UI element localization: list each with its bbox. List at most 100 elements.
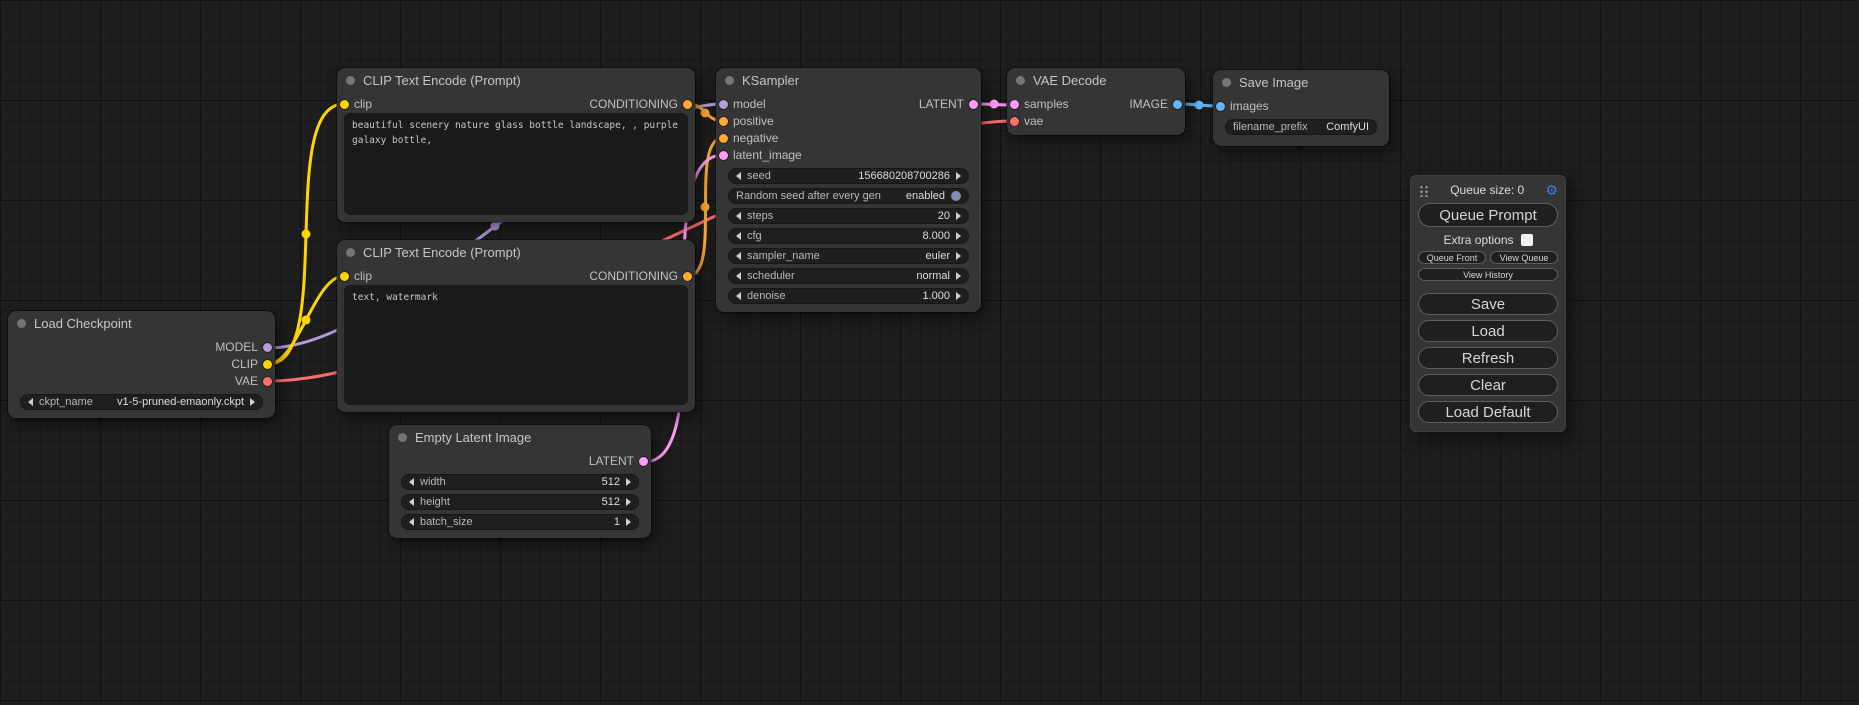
widget-ckpt-name[interactable]: ckpt_name v1-5-pruned-emaonly.ckpt — [20, 394, 263, 410]
node-ksampler[interactable]: KSampler model LATENT positive negative … — [716, 68, 981, 312]
widget-denoise[interactable]: denoise 1.000 — [728, 288, 969, 304]
node-clip-text-encode-negative[interactable]: CLIP Text Encode (Prompt) clip CONDITION… — [337, 240, 695, 412]
input-label-clip: clip — [354, 268, 372, 285]
decrement-arrow-icon[interactable] — [28, 398, 33, 406]
node-title-bar[interactable]: Save Image — [1213, 70, 1389, 94]
view-history-button[interactable]: View History — [1418, 268, 1558, 281]
input-slot-negative[interactable] — [719, 134, 728, 143]
widget-value-label: 1 — [614, 516, 620, 528]
output-slot-latent[interactable] — [969, 100, 978, 109]
node-clip-text-encode-positive[interactable]: CLIP Text Encode (Prompt) clip CONDITION… — [337, 68, 695, 222]
widget-random-seed-toggle[interactable]: Random seed after every gen enabled — [728, 188, 969, 204]
increment-arrow-icon[interactable] — [956, 292, 961, 300]
node-title-bar[interactable]: Empty Latent Image — [389, 425, 651, 449]
node-collapse-dot-icon[interactable] — [1222, 78, 1231, 87]
increment-arrow-icon[interactable] — [626, 498, 631, 506]
increment-arrow-icon[interactable] — [956, 272, 961, 280]
input-slot-model[interactable] — [719, 100, 728, 109]
widget-name-label: denoise — [747, 290, 786, 302]
node-collapse-dot-icon[interactable] — [725, 76, 734, 85]
widget-width[interactable]: width 512 — [401, 474, 639, 490]
decrement-arrow-icon[interactable] — [736, 272, 741, 280]
input-slot-clip[interactable] — [340, 100, 349, 109]
widget-sampler-name[interactable]: sampler_name euler — [728, 248, 969, 264]
output-slot-latent[interactable] — [639, 457, 648, 466]
node-title-bar[interactable]: Load Checkpoint — [8, 311, 275, 335]
widget-steps[interactable]: steps 20 — [728, 208, 969, 224]
increment-arrow-icon[interactable] — [956, 232, 961, 240]
node-collapse-dot-icon[interactable] — [17, 319, 26, 328]
extra-options-row: Extra options — [1418, 233, 1558, 247]
decrement-arrow-icon[interactable] — [409, 478, 414, 486]
prompt-textarea[interactable]: text, watermark — [344, 285, 688, 405]
decrement-arrow-icon[interactable] — [409, 498, 414, 506]
graph-canvas[interactable]: Load Checkpoint MODEL CLIP VAE ckpt_name… — [0, 0, 1859, 705]
increment-arrow-icon[interactable] — [956, 212, 961, 220]
input-slot-latent-image[interactable] — [719, 151, 728, 160]
node-vae-decode[interactable]: VAE Decode samples IMAGE vae — [1007, 68, 1185, 135]
clear-button[interactable]: Clear — [1418, 374, 1558, 396]
output-slot-vae[interactable] — [263, 377, 272, 386]
widget-filename-prefix[interactable]: filename_prefix ComfyUI — [1225, 119, 1377, 135]
increment-arrow-icon[interactable] — [626, 518, 631, 526]
node-collapse-dot-icon[interactable] — [1016, 76, 1025, 85]
input-slot-positive[interactable] — [719, 117, 728, 126]
queue-prompt-button[interactable]: Queue Prompt — [1418, 203, 1558, 227]
output-label-latent: LATENT — [919, 96, 964, 113]
output-slot-conditioning[interactable] — [683, 100, 692, 109]
widget-name-label: Random seed after every gen — [736, 190, 881, 202]
input-slot-vae[interactable] — [1010, 117, 1019, 126]
output-slot-clip[interactable] — [263, 360, 272, 369]
widget-seed[interactable]: seed 156680208700286 — [728, 168, 969, 184]
settings-gear-icon[interactable]: ⚙ — [1545, 183, 1558, 197]
input-slot-clip[interactable] — [340, 272, 349, 281]
decrement-arrow-icon[interactable] — [736, 212, 741, 220]
widget-batch-size[interactable]: batch_size 1 — [401, 514, 639, 530]
prompt-textarea[interactable]: beautiful scenery nature glass bottle la… — [344, 113, 688, 215]
drag-handle-icon[interactable] — [1418, 184, 1429, 197]
view-queue-button[interactable]: View Queue — [1490, 251, 1558, 264]
slot-row: vae — [1007, 113, 1185, 130]
widget-value-label: 1.000 — [922, 290, 950, 302]
queue-front-button[interactable]: Queue Front — [1418, 251, 1486, 264]
widget-height[interactable]: height 512 — [401, 494, 639, 510]
node-title-bar[interactable]: CLIP Text Encode (Prompt) — [337, 240, 695, 264]
decrement-arrow-icon[interactable] — [736, 232, 741, 240]
increment-arrow-icon[interactable] — [626, 478, 631, 486]
node-collapse-dot-icon[interactable] — [398, 433, 407, 442]
node-collapse-dot-icon[interactable] — [346, 248, 355, 257]
decrement-arrow-icon[interactable] — [736, 172, 741, 180]
node-load-checkpoint[interactable]: Load Checkpoint MODEL CLIP VAE ckpt_name… — [8, 311, 275, 418]
widget-cfg[interactable]: cfg 8.000 — [728, 228, 969, 244]
slot-row: samples IMAGE — [1007, 96, 1185, 113]
decrement-arrow-icon[interactable] — [736, 252, 741, 260]
extra-options-checkbox[interactable] — [1521, 234, 1533, 246]
decrement-arrow-icon[interactable] — [736, 292, 741, 300]
input-slot-images[interactable] — [1216, 102, 1225, 111]
node-empty-latent-image[interactable]: Empty Latent Image LATENT width 512 heig… — [389, 425, 651, 538]
input-label-latent-image: latent_image — [733, 147, 802, 164]
output-slot-image[interactable] — [1173, 100, 1182, 109]
output-label-conditioning: CONDITIONING — [589, 96, 678, 113]
save-button[interactable]: Save — [1418, 293, 1558, 315]
output-slot-conditioning[interactable] — [683, 272, 692, 281]
output-slot-row: MODEL — [8, 339, 275, 356]
increment-arrow-icon[interactable] — [250, 398, 255, 406]
input-slot-samples[interactable] — [1010, 100, 1019, 109]
toggle-knob-icon[interactable] — [951, 191, 961, 201]
node-collapse-dot-icon[interactable] — [346, 76, 355, 85]
node-save-image[interactable]: Save Image images filename_prefix ComfyU… — [1213, 70, 1389, 146]
increment-arrow-icon[interactable] — [956, 252, 961, 260]
node-title-bar[interactable]: CLIP Text Encode (Prompt) — [337, 68, 695, 92]
node-title-bar[interactable]: VAE Decode — [1007, 68, 1185, 92]
menu-header: Queue size: 0 ⚙ — [1418, 181, 1558, 199]
decrement-arrow-icon[interactable] — [409, 518, 414, 526]
node-title-bar[interactable]: KSampler — [716, 68, 981, 92]
refresh-button[interactable]: Refresh — [1418, 347, 1558, 369]
load-default-button[interactable]: Load Default — [1418, 401, 1558, 423]
increment-arrow-icon[interactable] — [956, 172, 961, 180]
extra-options-label: Extra options — [1443, 233, 1513, 247]
widget-scheduler[interactable]: scheduler normal — [728, 268, 969, 284]
output-slot-model[interactable] — [263, 343, 272, 352]
load-button[interactable]: Load — [1418, 320, 1558, 342]
